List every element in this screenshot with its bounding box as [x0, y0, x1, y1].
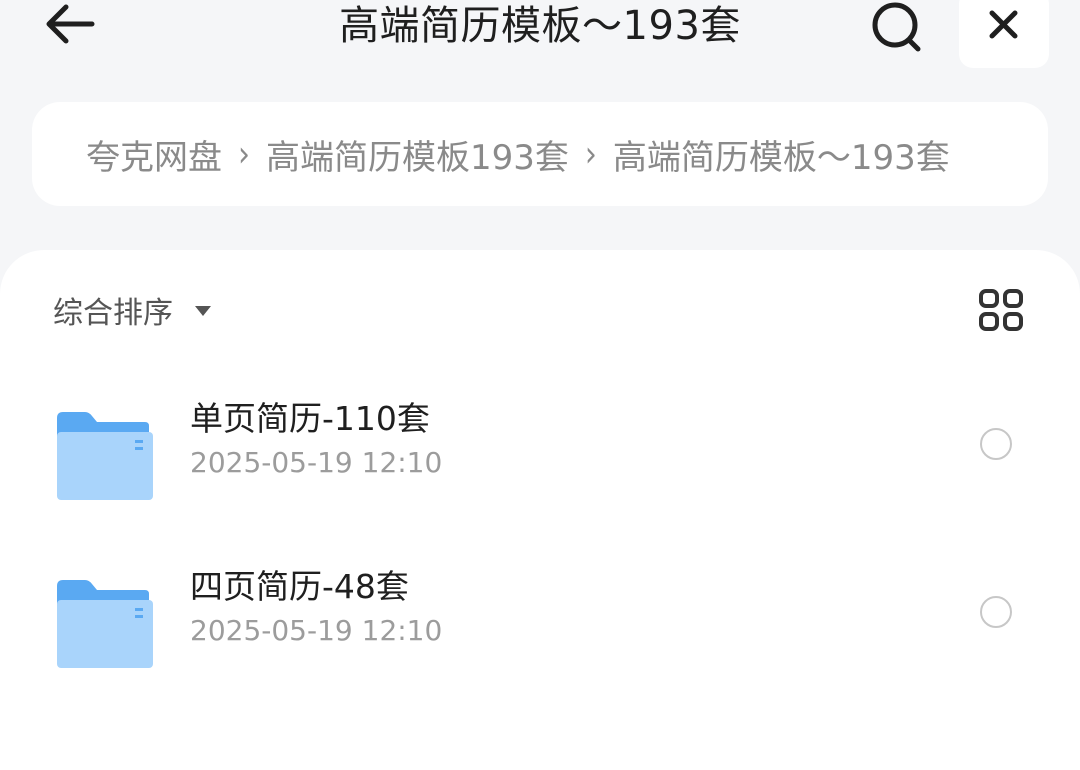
breadcrumb: 夸克网盘 › 高端简历模板193套 › 高端简历模板～193套 — [32, 102, 1048, 206]
sort-dropdown[interactable]: 综合排序 — [53, 288, 211, 332]
sort-label: 综合排序 — [53, 296, 173, 331]
search-button[interactable] — [866, 0, 928, 56]
breadcrumb-item-current[interactable]: 高端简历模板～193套 — [613, 130, 950, 179]
close-icon — [989, 10, 1018, 39]
file-name: 四页简历-48套 — [190, 567, 409, 606]
folder-icon — [57, 580, 153, 668]
breadcrumb-item-root[interactable]: 夸克网盘 — [86, 130, 222, 179]
breadcrumb-separator: › — [238, 133, 250, 175]
close-button[interactable] — [959, 0, 1049, 68]
file-date: 2025-05-19 12:10 — [190, 614, 443, 647]
breadcrumb-separator: › — [584, 133, 597, 175]
grid-view-icon — [979, 289, 1023, 331]
select-radio[interactable] — [980, 596, 1012, 628]
folder-icon — [57, 412, 153, 500]
breadcrumb-item-parent[interactable]: 高端简历模板193套 — [266, 130, 569, 179]
top-bar: 高端简历模板～193套 — [0, 0, 1080, 90]
file-name: 单页简历-110套 — [190, 399, 430, 438]
file-date: 2025-05-19 12:10 — [190, 446, 443, 479]
select-radio[interactable] — [980, 428, 1012, 460]
search-icon — [872, 2, 921, 52]
list-item[interactable]: 单页简历-110套 2025-05-19 12:10 — [0, 380, 1080, 500]
caret-down-icon — [195, 306, 211, 316]
grid-view-button[interactable] — [978, 288, 1024, 332]
list-item[interactable]: 四页简历-48套 2025-05-19 12:10 — [0, 548, 1080, 668]
